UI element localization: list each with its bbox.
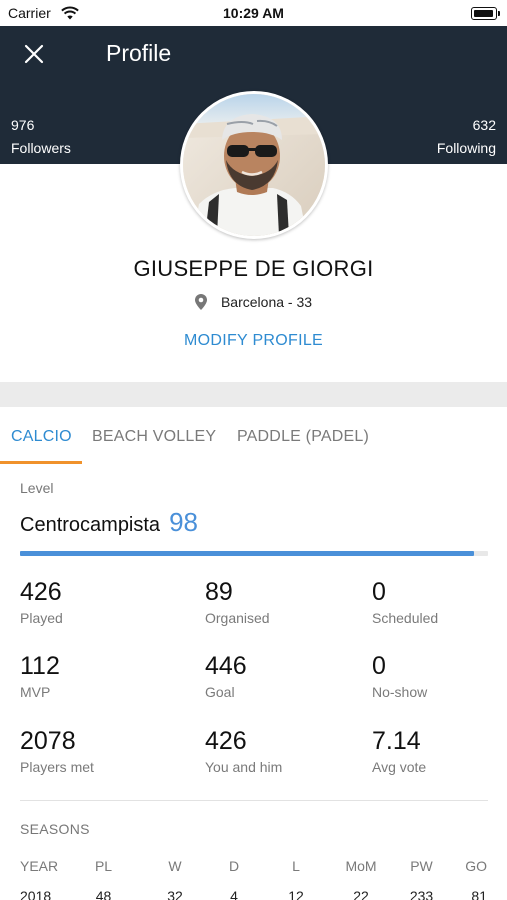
column-header: PL (94, 858, 113, 874)
stat-you-and-him: 426 You and him (205, 727, 282, 776)
table-cell: 48 (95, 888, 112, 900)
stat-mvp: 112 MVP (20, 652, 60, 701)
stat-organised: 89 Organised (205, 578, 270, 627)
stat-players-met: 2078 Players met (20, 727, 94, 776)
stat-value: 426 (205, 727, 247, 755)
stat-label: Organised (205, 610, 270, 626)
stat-label: No-show (372, 684, 428, 700)
divider (20, 800, 488, 801)
stat-played: 426 Played (20, 578, 63, 627)
column-header: YEAR (20, 858, 59, 874)
table-cell: 2018 (20, 888, 52, 900)
table-cell: 32 (167, 888, 183, 900)
level-row: Centrocampista 98 (20, 507, 198, 538)
profile-location: Barcelona - 33 (0, 294, 507, 310)
stat-no-show: 0 No-show (372, 652, 427, 701)
column-header: PW (410, 858, 433, 874)
location-pin-icon (194, 294, 207, 310)
seasons-heading: SEASONS (20, 821, 90, 837)
level-role: Centrocampista (20, 514, 161, 536)
stat-value: 0 (372, 652, 386, 680)
stat-avg-vote: 7.14 Avg vote (372, 727, 426, 776)
modify-profile-button[interactable]: MODIFY PROFILE (0, 332, 507, 350)
clock: 10:29 AM (223, 5, 284, 21)
stat-value: 0 (372, 578, 386, 606)
column-header: GO (465, 858, 487, 874)
column-header: W (168, 858, 182, 874)
followers-stat[interactable]: 976 Followers (11, 114, 71, 160)
status-bar: Carrier 10:29 AM (0, 0, 507, 26)
stat-label: Players met (20, 759, 94, 775)
battery-icon (471, 7, 500, 20)
level-value: 98 (169, 507, 198, 537)
column-header: D (228, 858, 240, 874)
following-label: Following (436, 140, 496, 156)
stat-value: 7.14 (372, 727, 421, 755)
column-header: MoM (345, 858, 377, 874)
table-row[interactable]: 2018 48 32 4 12 22 233 81 (20, 881, 487, 900)
table-cell: 233 (409, 888, 434, 900)
table-cell: 4 (230, 888, 238, 900)
stat-value: 446 (205, 652, 247, 680)
tab-calcio[interactable]: CALCIO (0, 407, 82, 465)
close-button[interactable] (20, 40, 48, 68)
section-divider (0, 382, 507, 407)
level-progress-fill (20, 551, 474, 556)
stat-label: Played (20, 610, 63, 626)
location-text: Barcelona - 33 (220, 294, 313, 310)
stat-value: 112 (20, 652, 60, 680)
stat-label: MVP (20, 684, 51, 700)
stat-label: Scheduled (372, 610, 439, 626)
stat-scheduled: 0 Scheduled (372, 578, 438, 627)
tab-beach-volley[interactable]: BEACH VOLLEY (82, 407, 227, 465)
followers-label: Followers (11, 140, 71, 156)
column-header: L (292, 858, 300, 874)
stat-value: 89 (205, 578, 233, 606)
page-title: Profile (106, 40, 172, 66)
close-icon (24, 44, 44, 64)
table-cell: 81 (471, 888, 487, 900)
sport-tabs: CALCIO BEACH VOLLEY PADDLE (PADEL) (0, 407, 507, 465)
table-header-row: YEAR PL W D L MoM PW GO (20, 851, 487, 881)
stat-value: 426 (20, 578, 62, 606)
level-label: Level (20, 480, 54, 496)
stat-label: Avg vote (372, 759, 427, 775)
level-progress-bar (20, 551, 488, 556)
seasons-table: YEAR PL W D L MoM PW GO 2018 48 32 4 12 … (20, 851, 487, 900)
following-count: 632 (472, 117, 496, 133)
stat-label: Goal (205, 684, 235, 700)
followers-count: 976 (11, 117, 35, 133)
avatar-photo (183, 94, 325, 236)
stat-value: 2078 (20, 727, 76, 755)
profile-name: GIUSEPPE DE GIORGI (133, 256, 374, 281)
avatar[interactable] (180, 91, 328, 239)
active-tab-indicator (0, 461, 82, 464)
following-stat[interactable]: 632 Following (437, 114, 496, 160)
tab-paddle[interactable]: PADDLE (PADEL) (227, 407, 369, 465)
stat-goal: 446 Goal (205, 652, 247, 701)
stat-label: You and him (205, 759, 283, 775)
table-cell: 12 (288, 888, 304, 900)
table-cell: 22 (353, 888, 369, 900)
